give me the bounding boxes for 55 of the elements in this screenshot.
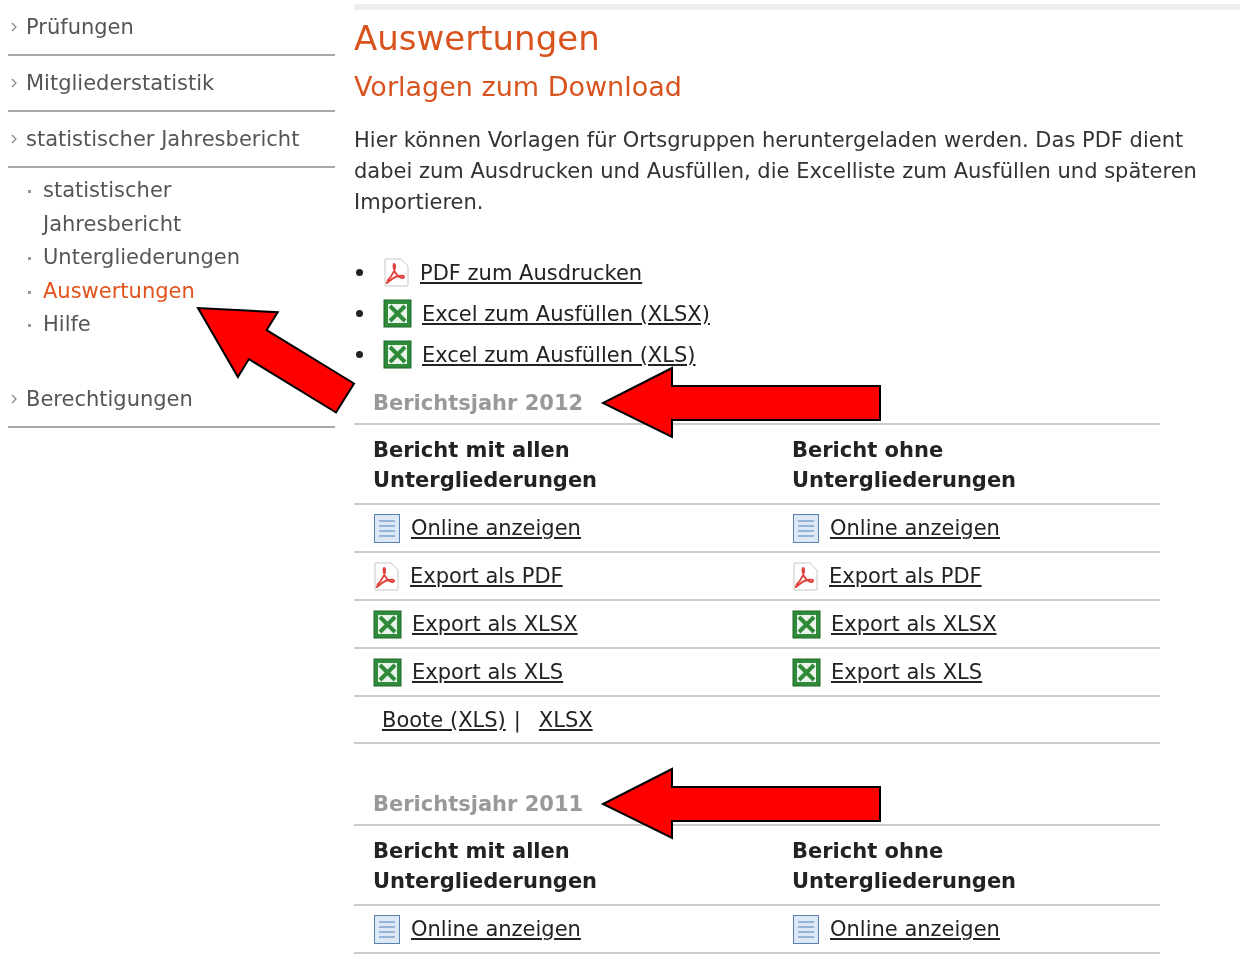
- bullet-icon: [356, 269, 363, 276]
- download-link[interactable]: Online anzeigen: [830, 516, 1000, 540]
- bullet-icon: [28, 257, 31, 260]
- column-header: Bericht mit allen Untergliederungen: [373, 838, 599, 895]
- sidebar-subitem[interactable]: Untergliederungen: [43, 241, 241, 275]
- sidebar-subitem[interactable]: statistischer Jahresbericht: [43, 174, 293, 241]
- download-link[interactable]: Online anzeigen: [411, 516, 581, 540]
- page-title: Auswertungen: [354, 17, 601, 60]
- column-header: Bericht mit allen Untergliederungen: [373, 437, 599, 494]
- column-header: Bericht ohne Untergliederungen: [792, 437, 1018, 494]
- document-icon: [373, 512, 401, 544]
- document-icon: [792, 512, 820, 544]
- download-link[interactable]: Export als XLS: [831, 660, 983, 684]
- sidebar-subitem[interactable]: Auswertungen: [43, 274, 195, 308]
- download-link[interactable]: Export als XLSX: [831, 612, 997, 636]
- bullet-icon: [28, 190, 31, 193]
- chevron-icon: [10, 393, 18, 404]
- chevron-icon: [10, 134, 18, 144]
- sidebar-item[interactable]: Prüfungen: [26, 15, 134, 39]
- pdf-icon: [373, 561, 400, 591]
- download-link[interactable]: PDF zum Ausdrucken: [420, 260, 643, 285]
- chevron-icon: [10, 78, 18, 88]
- sidebar-subitem[interactable]: Hilfe: [43, 308, 91, 342]
- download-link[interactable]: Online anzeigen: [411, 917, 581, 941]
- page-subtitle: Vorlagen zum Download: [354, 70, 683, 104]
- sidebar-item[interactable]: statistischer Jahresbericht: [26, 127, 300, 151]
- intro-text: Hier können Vorlagen für Ortsgruppen heruntergeladen werden. Das PDF dient dabei zum Ausdrucken und Ausfüllen, die Excelliste zum Ausfüllen und späteren Importieren.: [354, 127, 1198, 216]
- bullet-icon: [356, 351, 363, 358]
- download-link[interactable]: Excel zum Ausfüllen (XLS): [422, 342, 696, 367]
- download-link[interactable]: Excel zum Ausfüllen (XLSX): [422, 301, 710, 326]
- bullet-icon: [28, 324, 31, 327]
- document-icon: [373, 913, 401, 945]
- download-link[interactable]: Export als XLSX: [412, 612, 578, 636]
- bullet-icon: [356, 310, 363, 317]
- download-link[interactable]: XLSX: [538, 707, 593, 732]
- download-link[interactable]: Export als PDF: [410, 564, 563, 588]
- download-link[interactable]: Export als XLS: [412, 660, 564, 684]
- sidebar-item[interactable]: Berechtigungen: [26, 386, 193, 411]
- pdf-icon: [792, 561, 819, 591]
- download-link[interactable]: Boote (XLS): [382, 707, 506, 732]
- spreadsheet-icon: [373, 609, 402, 639]
- spreadsheet-icon: [383, 299, 412, 328]
- bullet-icon: [28, 290, 31, 294]
- spreadsheet-icon: [792, 657, 821, 687]
- separator: |: [513, 707, 521, 732]
- download-link[interactable]: Export als PDF: [829, 564, 982, 588]
- chevron-icon: [10, 22, 18, 32]
- spreadsheet-icon: [383, 340, 412, 369]
- download-link[interactable]: Online anzeigen: [830, 917, 1000, 941]
- sidebar-item[interactable]: Mitgliederstatistik: [26, 71, 215, 95]
- spreadsheet-icon: [792, 609, 821, 639]
- document-icon: [792, 913, 820, 945]
- spreadsheet-icon: [373, 657, 402, 687]
- pdf-icon: [383, 258, 410, 287]
- column-header: Bericht ohne Untergliederungen: [792, 838, 1018, 895]
